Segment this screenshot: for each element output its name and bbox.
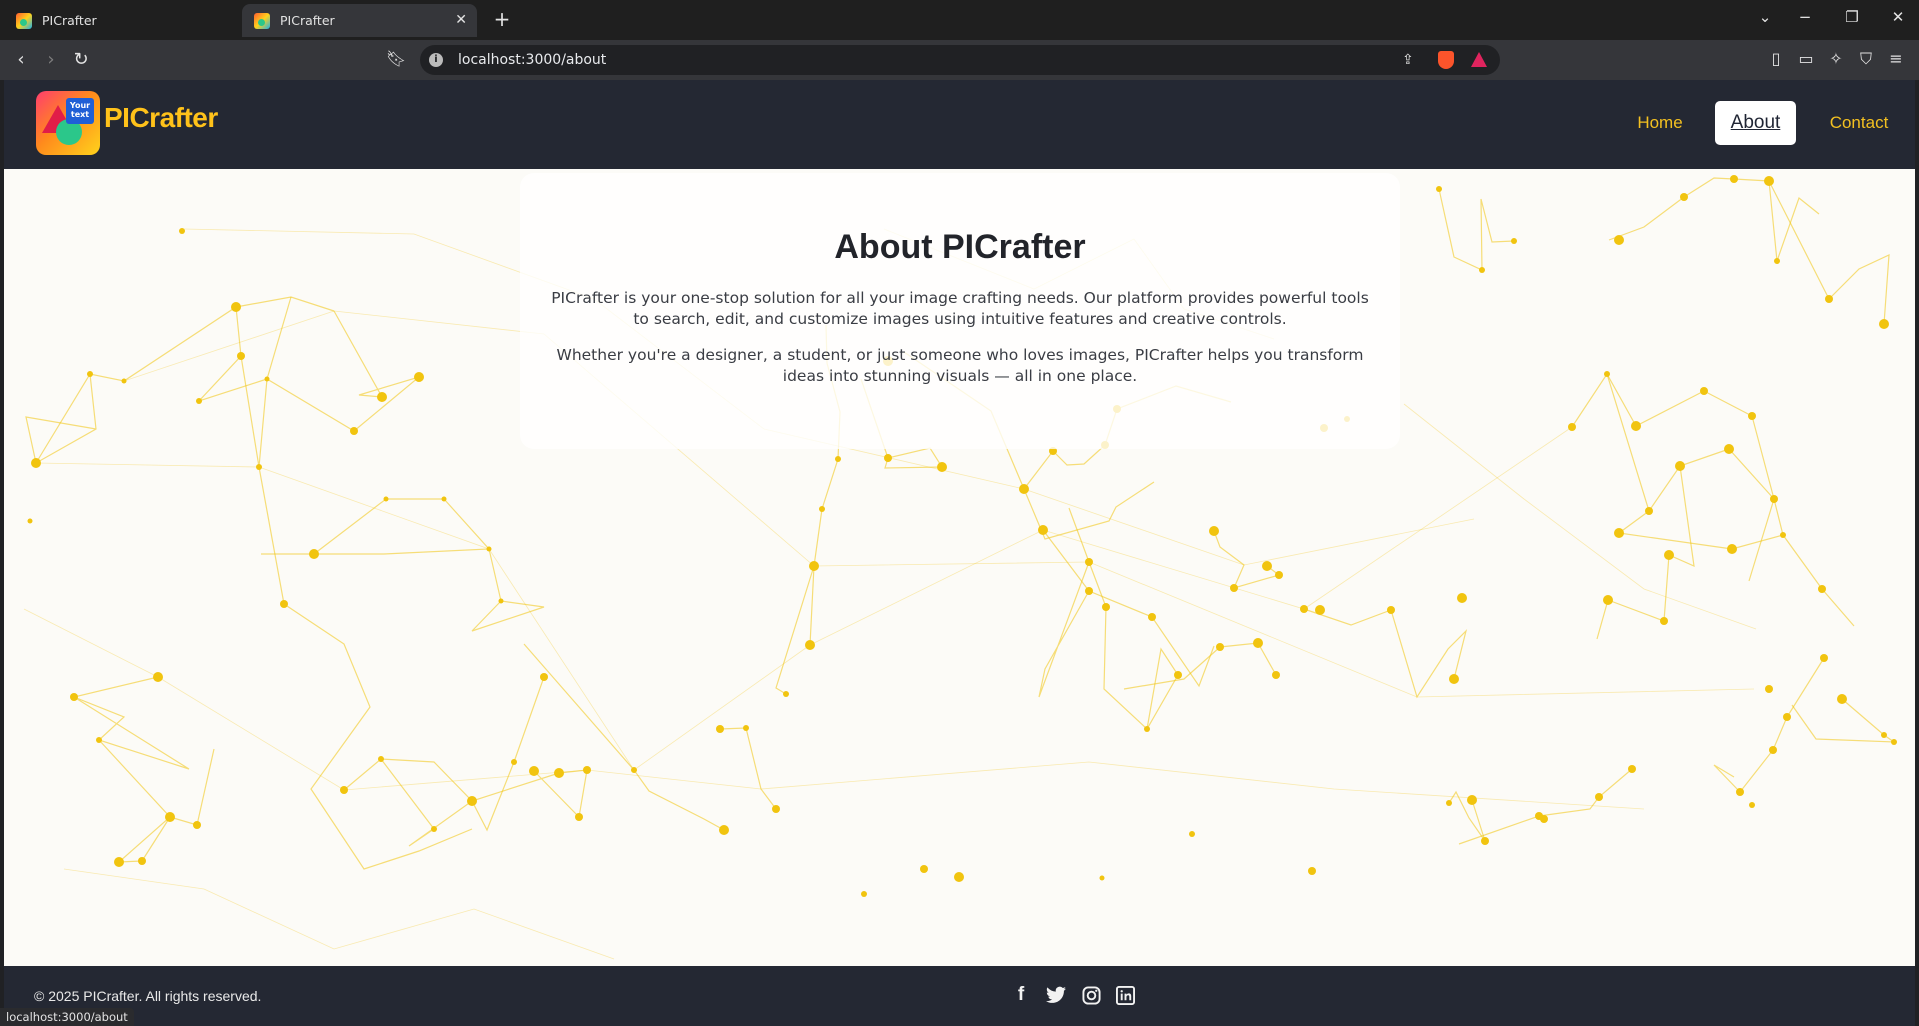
site-footer: © 2025 PICrafter. All rights reserved. f (4, 966, 1915, 1026)
browser-tabstrip: PICrafter PICrafter ✕ + ⌄ − ❐ ✕ (0, 0, 1919, 40)
linkedin-icon[interactable] (1113, 983, 1137, 1007)
picrafter-logo[interactable]: Your text (36, 91, 100, 155)
address-bar[interactable]: i localhost:3000/about ⇪ (420, 45, 1500, 75)
reload-icon[interactable]: ↻ (68, 47, 94, 73)
share-icon[interactable]: ⇪ (1402, 52, 1414, 68)
picrafter-favicon-icon (254, 12, 270, 29)
page-title: About PICrafter (834, 228, 1086, 266)
about-paragraph-1: PICrafter is your one-stop solution for … (551, 289, 1369, 328)
status-bar-url: localhost:3000/about (0, 1008, 134, 1026)
facebook-icon[interactable]: f (1009, 983, 1033, 1007)
vpn-icon[interactable]: ⛉ (1855, 49, 1877, 69)
nav-about[interactable]: About (1715, 101, 1796, 145)
nav-contact[interactable]: Contact (1816, 101, 1902, 145)
browser-tab-active[interactable]: PICrafter ✕ (242, 4, 477, 37)
brave-rewards-icon[interactable] (1471, 52, 1487, 67)
restore-icon[interactable]: ❐ (1832, 8, 1872, 26)
tab-title: PICrafter (42, 13, 97, 28)
close-window-icon[interactable]: ✕ (1878, 8, 1918, 26)
wallet-icon[interactable]: ▭ (1795, 49, 1817, 68)
brave-shields-icon[interactable] (1438, 51, 1454, 69)
minimize-icon[interactable]: − (1785, 8, 1825, 26)
about-card: About PICrafter PICrafter is your one-st… (520, 173, 1400, 449)
browser-toolbar: ‹ › ↻ 🔖︎ i localhost:3000/about ⇪ ▯ ▭ ✧ … (0, 40, 1919, 80)
site-header: Your text PICrafter Home About Contact (4, 80, 1915, 169)
back-icon[interactable]: ‹ (8, 47, 34, 73)
about-paragraph-2: Whether you're a designer, a student, or… (556, 346, 1364, 385)
close-tab-icon[interactable]: ✕ (455, 12, 467, 28)
site-info-icon[interactable]: i (429, 53, 443, 67)
twitter-icon[interactable] (1044, 983, 1068, 1007)
logo-text-badge: Your text (66, 98, 94, 124)
nav-home[interactable]: Home (1625, 101, 1695, 145)
copyright-text: © 2025 PICrafter. All rights reserved. (34, 988, 262, 1004)
leo-ai-icon[interactable]: ✧ (1825, 49, 1847, 68)
url-text[interactable]: localhost:3000/about (458, 52, 606, 68)
page-viewport: Your text PICrafter Home About Contact A… (4, 80, 1915, 1026)
picrafter-favicon-icon (16, 12, 32, 29)
sidebar-icon[interactable]: ▯ (1765, 49, 1787, 68)
browser-tab[interactable]: PICrafter (4, 4, 240, 37)
bookmark-icon[interactable]: 🔖︎ (385, 49, 407, 68)
new-tab-icon[interactable]: + (490, 7, 514, 31)
instagram-icon[interactable] (1079, 983, 1103, 1007)
menu-icon[interactable]: ≡ (1885, 49, 1907, 68)
forward-icon[interactable]: › (38, 47, 64, 73)
tab-search-chevron-icon[interactable]: ⌄ (1745, 8, 1785, 26)
tab-title: PICrafter (280, 13, 335, 28)
brand-name[interactable]: PICrafter (104, 102, 218, 134)
